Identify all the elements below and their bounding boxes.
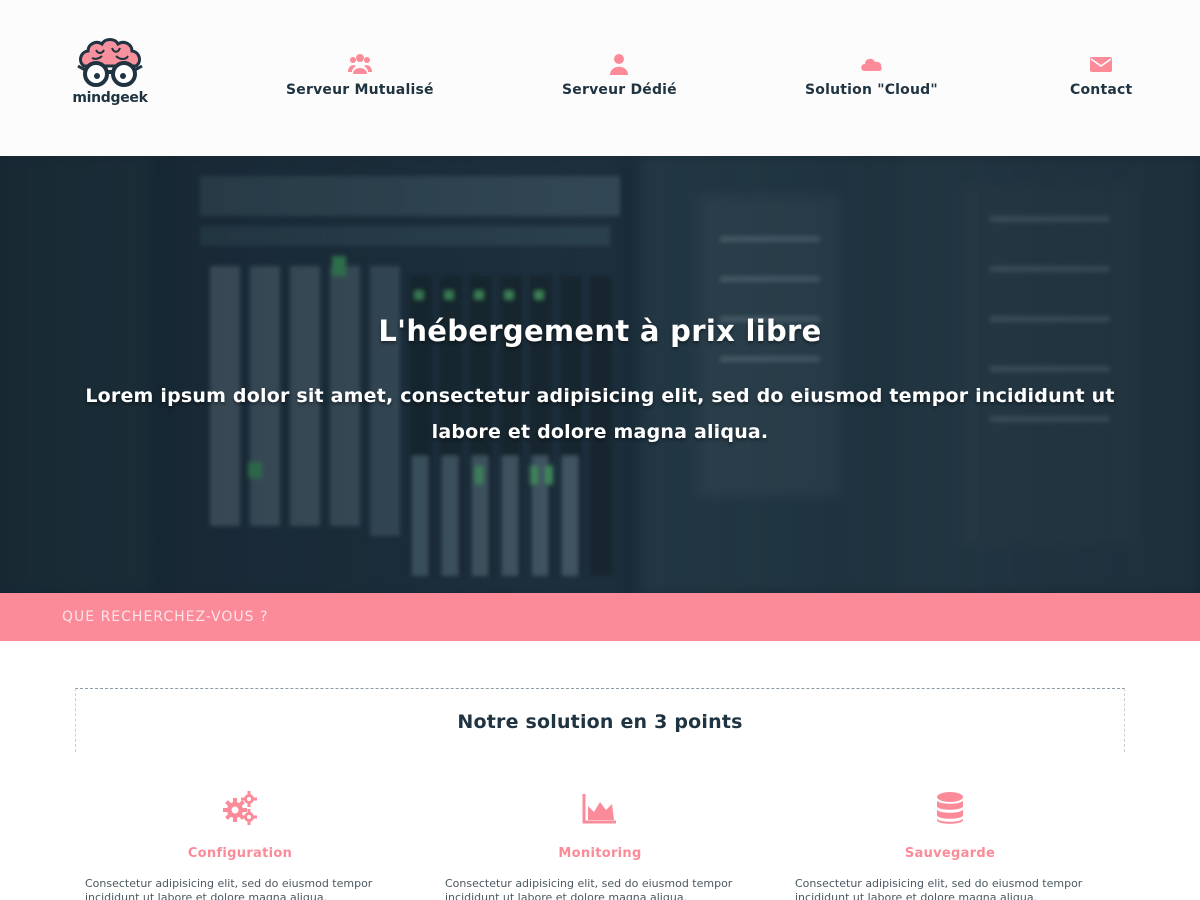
nav-label: Serveur Mutualisé: [286, 82, 434, 98]
area-chart-icon: [582, 794, 616, 824]
nav-label: Serveur Dédié: [562, 82, 677, 98]
server-room-background-image: [0, 156, 1200, 593]
feature-sauvegarde: Sauvegarde Consectetur adipisicing elit,…: [785, 790, 1115, 900]
nav-label: Contact: [1070, 82, 1133, 98]
feature-title: Sauvegarde: [904, 846, 996, 861]
feature-title: Monitoring: [558, 846, 642, 861]
site-header: mindgeek Serveur Mutualisé Serveur Dédié…: [0, 0, 1200, 156]
nav-contact[interactable]: Contact: [1070, 52, 1132, 98]
solution-section-header: Notre solution en 3 points: [75, 688, 1125, 752]
nav-serveur-mutualise[interactable]: Serveur Mutualisé: [286, 52, 434, 98]
search-input[interactable]: [50, 593, 1150, 641]
nav-serveur-dedie[interactable]: Serveur Dédié: [562, 52, 677, 98]
feature-title: Configuration: [187, 846, 293, 861]
brand-name: mindgeek: [72, 90, 148, 106]
feature-configuration: Configuration Consectetur adipisicing el…: [75, 790, 405, 900]
brand-logo[interactable]: mindgeek: [72, 36, 148, 112]
feature-text: Consectetur adipisicing elit, sed do eiu…: [85, 877, 373, 900]
geek-brain-logo-icon: [77, 38, 143, 87]
feature-text: Consectetur adipisicing elit, sed do eiu…: [445, 877, 733, 900]
cloud-icon: [861, 58, 883, 71]
hero-banner: L'hébergement à prix libre Lorem ipsum d…: [0, 156, 1200, 593]
hero-subtitle: Lorem ipsum dolor sit amet, consectetur …: [85, 385, 1115, 443]
feature-monitoring: Monitoring Consectetur adipisicing elit,…: [435, 790, 765, 900]
gears-icon: [223, 791, 257, 825]
user-icon: [610, 54, 629, 75]
search-bar: [0, 593, 1200, 641]
nav-solution-cloud[interactable]: Solution "Cloud": [805, 52, 938, 98]
hero-title: L'hébergement à prix libre: [378, 314, 822, 348]
feature-text: Consectetur adipisicing elit, sed do eiu…: [795, 877, 1083, 900]
users-icon: [347, 54, 372, 74]
section-title: Notre solution en 3 points: [457, 711, 743, 733]
envelope-icon: [1090, 57, 1113, 72]
nav-label: Solution "Cloud": [805, 82, 938, 98]
database-icon: [937, 792, 963, 824]
